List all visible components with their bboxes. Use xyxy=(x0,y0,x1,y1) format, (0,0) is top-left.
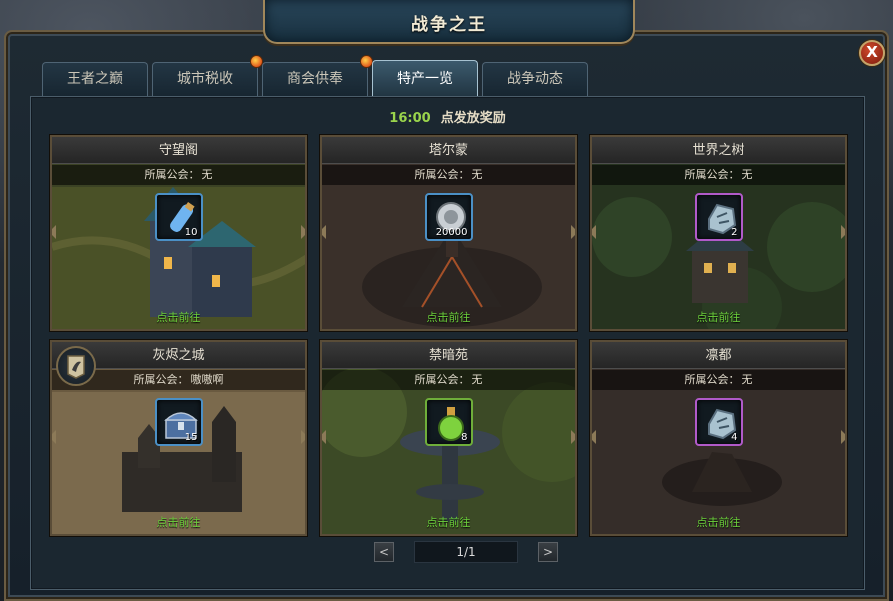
guild-value: 嗷嗷啊 xyxy=(190,373,224,386)
chevron-left-icon xyxy=(52,430,56,444)
guild-key: 所属公会： xyxy=(144,168,200,181)
item-count: 10 xyxy=(184,227,198,238)
pager: < 1/1 > xyxy=(374,541,558,563)
reward-item-slot[interactable]: 10 xyxy=(154,193,203,241)
window-title: 战争之王 xyxy=(411,15,487,35)
prev-page-button[interactable]: < xyxy=(374,542,394,562)
city-card-watchtower[interactable]: 守望阁 所属公会：无 10 点击前往 xyxy=(50,135,307,331)
go-to-link[interactable]: 点击前往 xyxy=(322,514,575,530)
tab-city-tax[interactable]: 城市税收 xyxy=(152,55,263,96)
chevron-left-icon xyxy=(322,225,326,239)
guild-emblem xyxy=(56,346,96,386)
guild-banner-icon xyxy=(67,355,85,379)
tab-label: 城市税收 xyxy=(177,71,233,87)
city-name: 塔尔蒙 xyxy=(322,137,575,164)
page-indicator: 1/1 xyxy=(414,541,518,563)
guild-key: 所属公会： xyxy=(684,168,740,181)
tab-label: 商会供奉 xyxy=(287,71,343,87)
chevron-left-icon xyxy=(322,430,326,444)
item-count: 15 xyxy=(184,432,198,443)
go-to-link[interactable]: 点击前往 xyxy=(322,309,575,325)
chevron-left-icon xyxy=(592,430,596,444)
item-count: 20000 xyxy=(435,227,468,238)
close-icon: X xyxy=(866,43,878,61)
guild-value: 无 xyxy=(741,168,753,181)
city-name: 世界之树 xyxy=(592,137,845,164)
tab-label: 战争动态 xyxy=(507,71,563,87)
tab-label: 王者之巅 xyxy=(67,71,123,87)
go-to-link[interactable]: 点击前往 xyxy=(52,309,305,325)
go-to-link[interactable]: 点击前往 xyxy=(52,514,305,530)
city-name: 守望阁 xyxy=(52,137,305,164)
city-card-lindu[interactable]: 凛都 所属公会：无 4 点击前往 xyxy=(590,340,847,536)
close-button[interactable]: X xyxy=(859,40,885,66)
title-plate: 战争之王 xyxy=(263,0,635,44)
tab-guild-tribute[interactable]: 商会供奉 xyxy=(262,55,373,96)
chevron-left-icon xyxy=(592,225,596,239)
guild-value: 无 xyxy=(471,373,483,386)
guild-value: 无 xyxy=(201,168,213,181)
guild-key: 所属公会： xyxy=(414,373,470,386)
city-guild: 所属公会：无 xyxy=(322,165,575,185)
city-card-ashen-city[interactable]: 灰烬之城 所属公会： 嗷嗷啊 15 点击前往 xyxy=(50,340,307,536)
city-guild: 所属公会：无 xyxy=(52,165,305,185)
city-name: 凛都 xyxy=(592,342,845,369)
reward-item-slot[interactable]: 15 xyxy=(154,398,203,446)
guild-key: 所属公会： xyxy=(414,168,470,181)
chevron-right-icon xyxy=(571,225,575,239)
tab-war-news[interactable]: 战争动态 xyxy=(482,62,588,96)
city-guild: 所属公会：无 xyxy=(592,370,845,390)
chevron-right-icon: > xyxy=(542,545,554,559)
reward-time: 16:00 xyxy=(389,111,431,126)
tab-king-peak[interactable]: 王者之巅 xyxy=(42,62,148,96)
city-guild: 所属公会：无 xyxy=(322,370,575,390)
tab-specialties[interactable]: 特产一览 xyxy=(372,60,478,96)
reward-item-slot[interactable]: 4 xyxy=(694,398,743,446)
city-guild: 所属公会：无 xyxy=(592,165,845,185)
chevron-right-icon xyxy=(571,430,575,444)
item-count: 4 xyxy=(731,432,738,443)
city-card-world-tree[interactable]: 世界之树 所属公会：无 2 点击前往 xyxy=(590,135,847,331)
chevron-right-icon xyxy=(841,225,845,239)
reward-item-slot[interactable]: 8 xyxy=(424,398,473,446)
reward-item-slot[interactable]: 2 xyxy=(694,193,743,241)
guild-key: 所属公会： xyxy=(133,373,189,386)
city-card-tarmon[interactable]: 塔尔蒙 所属公会：无 20000 点击前往 xyxy=(320,135,577,331)
go-to-link[interactable]: 点击前往 xyxy=(592,309,845,325)
tab-label: 特产一览 xyxy=(397,71,453,87)
go-to-link[interactable]: 点击前往 xyxy=(592,514,845,530)
city-name: 禁暗苑 xyxy=(322,342,575,369)
chevron-right-icon xyxy=(301,430,305,444)
chevron-right-icon xyxy=(841,430,845,444)
chevron-left-icon: < xyxy=(378,545,390,559)
city-card-forbidden-garden[interactable]: 禁暗苑 所属公会：无 8 点击前往 xyxy=(320,340,577,536)
reward-item-slot[interactable]: 20000 xyxy=(424,193,473,241)
chevron-left-icon xyxy=(52,225,56,239)
reward-time-header: 16:00 点发放奖励 xyxy=(31,107,864,126)
tab-bar: 王者之巅 城市税收 商会供奉 特产一览 战争动态 xyxy=(42,55,588,96)
item-count: 2 xyxy=(731,227,738,238)
chevron-right-icon xyxy=(301,225,305,239)
item-count: 8 xyxy=(461,432,468,443)
guild-value: 无 xyxy=(741,373,753,386)
next-page-button[interactable]: > xyxy=(538,542,558,562)
guild-key: 所属公会： xyxy=(684,373,740,386)
guild-value: 无 xyxy=(471,168,483,181)
reward-desc: 点发放奖励 xyxy=(440,111,506,126)
